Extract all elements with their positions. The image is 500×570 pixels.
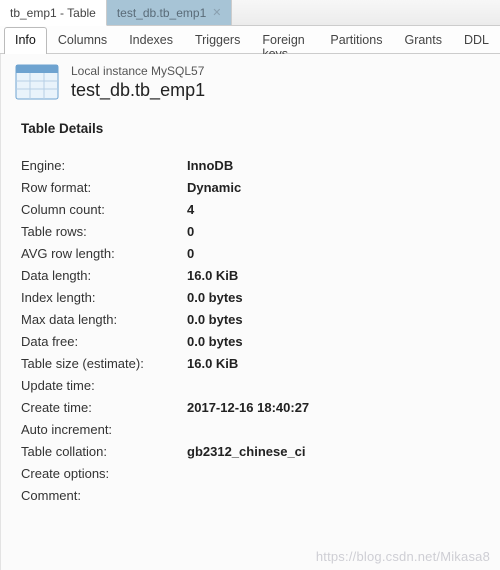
detail-label: Row format: [21,180,187,195]
detail-row: Engine:InnoDB [21,154,486,176]
window-tab-bar: tb_emp1 - Table test_db.tb_emp1 ✕ [0,0,500,26]
connection-label: Local instance MySQL57 [71,64,205,78]
sub-tab-bar: Info Columns Indexes Triggers Foreign ke… [0,26,500,54]
detail-row: Table collation:gb2312_chinese_ci [21,440,486,462]
detail-value: 16.0 KiB [187,356,238,371]
tab-grants[interactable]: Grants [393,27,453,54]
detail-row: Data free:0.0 bytes [21,330,486,352]
object-header: Local instance MySQL57 test_db.tb_emp1 [15,64,486,101]
detail-label: Update time: [21,378,187,393]
tab-info[interactable]: Info [4,27,47,54]
detail-label: Index length: [21,290,187,305]
info-panel: Local instance MySQL57 test_db.tb_emp1 T… [0,54,500,570]
detail-row: Table size (estimate):16.0 KiB [21,352,486,374]
detail-label: Engine: [21,158,187,173]
section-title: Table Details [21,121,486,136]
table-icon [15,64,59,100]
detail-row: Create options: [21,462,486,484]
detail-label: Data length: [21,268,187,283]
detail-value: InnoDB [187,158,233,173]
detail-label: Column count: [21,202,187,217]
detail-label: Create options: [21,466,187,481]
detail-label: Max data length: [21,312,187,327]
tab-triggers[interactable]: Triggers [184,27,251,54]
detail-label: AVG row length: [21,246,187,261]
detail-label: Table size (estimate): [21,356,187,371]
detail-value: gb2312_chinese_ci [187,444,306,459]
detail-label: Data free: [21,334,187,349]
tab-label: Columns [58,33,107,47]
window-tab-inactive[interactable]: test_db.tb_emp1 ✕ [107,0,233,25]
detail-row: Data length:16.0 KiB [21,264,486,286]
detail-label: Table rows: [21,224,187,239]
detail-row: Row format:Dynamic [21,176,486,198]
tab-label: Info [15,33,36,47]
detail-value: 0 [187,224,194,239]
tab-label: DDL [464,33,489,47]
detail-value: 0.0 bytes [187,334,243,349]
detail-value: 0.0 bytes [187,312,243,327]
detail-row: Max data length:0.0 bytes [21,308,486,330]
detail-label: Create time: [21,400,187,415]
tab-columns[interactable]: Columns [47,27,118,54]
tab-label: Partitions [330,33,382,47]
detail-value: 16.0 KiB [187,268,238,283]
detail-row: Create time:2017-12-16 18:40:27 [21,396,486,418]
object-name: test_db.tb_emp1 [71,80,205,101]
window-tab-label: test_db.tb_emp1 [117,6,206,20]
detail-label: Comment: [21,488,187,503]
tab-label: Triggers [195,33,240,47]
watermark: https://blog.csdn.net/Mikasa8 [316,549,490,564]
window-tab-active[interactable]: tb_emp1 - Table [0,0,107,26]
tab-label: Grants [404,33,442,47]
tab-label: Indexes [129,33,173,47]
detail-row: Comment: [21,484,486,506]
tab-foreign-keys[interactable]: Foreign keys [251,27,319,54]
tab-partitions[interactable]: Partitions [319,27,393,54]
detail-value: 4 [187,202,194,217]
detail-row: Update time: [21,374,486,396]
tab-ddl[interactable]: DDL [453,27,500,54]
window-tab-label: tb_emp1 - Table [10,6,96,20]
detail-row: Table rows:0 [21,220,486,242]
details-list: Engine:InnoDBRow format:DynamicColumn co… [21,154,486,506]
tab-indexes[interactable]: Indexes [118,27,184,54]
detail-label: Table collation: [21,444,187,459]
detail-row: Index length:0.0 bytes [21,286,486,308]
detail-row: Column count:4 [21,198,486,220]
detail-label: Auto increment: [21,422,187,437]
detail-value: 2017-12-16 18:40:27 [187,400,309,415]
detail-value: 0 [187,246,194,261]
detail-row: AVG row length:0 [21,242,486,264]
close-icon[interactable]: ✕ [212,6,221,19]
detail-row: Auto increment: [21,418,486,440]
detail-value: 0.0 bytes [187,290,243,305]
detail-value: Dynamic [187,180,241,195]
